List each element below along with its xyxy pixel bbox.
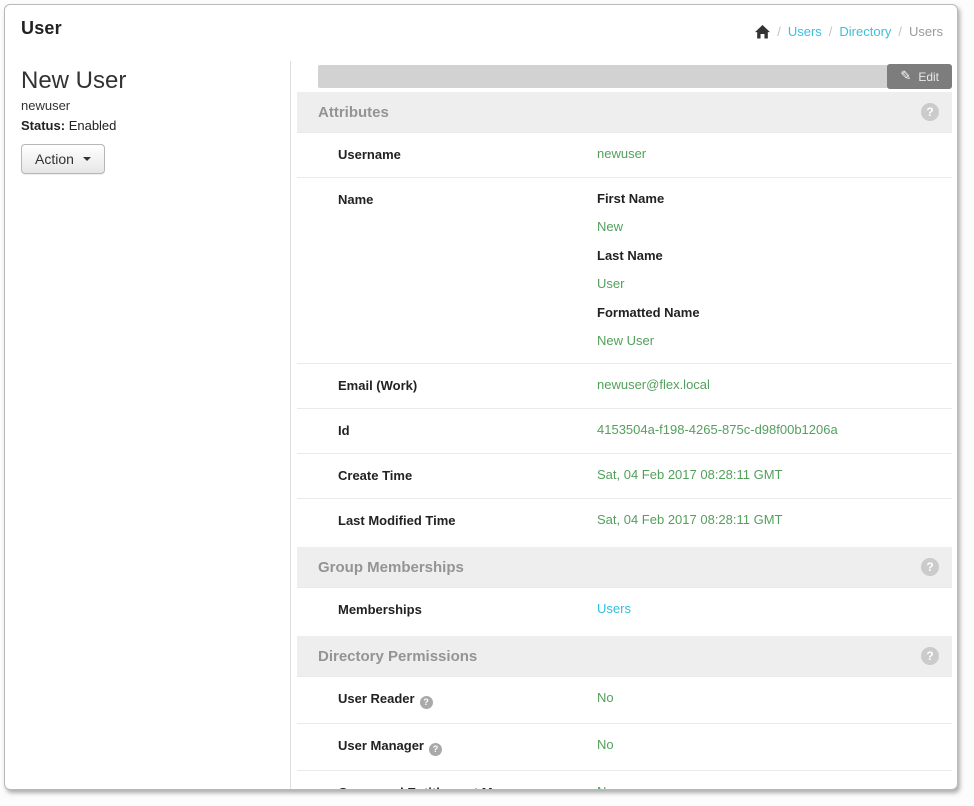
attribute-row-last-modified-time: Last Modified Time Sat, 04 Feb 2017 08:2… [297,498,952,543]
permission-row-group-entitlement-manager: Group and Entitlement Manager? No [297,770,952,790]
subfield-value: New [597,219,700,235]
group-memberships-section-title: Group Memberships [318,559,464,576]
subfield-label: First Name [597,191,700,207]
row-value: No [597,784,614,790]
edit-toolbar: ✎ Edit [318,65,952,88]
row-label: Group and Entitlement Manager? [297,784,597,790]
breadcrumb: / Users / Directory / Users [755,18,943,39]
section-group-memberships: Group Memberships ? Memberships Users [297,547,952,632]
row-value: No [597,690,614,709]
attribute-row-id: Id 4153504a-f198-4265-875c-d98f00b1206a [297,408,952,453]
group-memberships-section-header: Group Memberships ? [297,547,952,587]
attribute-row-email: Email (Work) newuser@flex.local [297,363,952,408]
permission-label: Group and Entitlement Manager [338,785,535,790]
breadcrumb-link-users[interactable]: Users [788,24,822,39]
row-label: Create Time [297,467,597,484]
breadcrumb-separator: / [829,24,833,39]
caret-down-icon [83,157,91,161]
breadcrumb-separator: / [777,24,781,39]
attribute-row-name: Name First Name New Last Name User Forma… [297,177,952,363]
name-subfields: First Name New Last Name User Formatted … [597,191,700,349]
main-panel: ✎ Edit Attributes ? Username newuser Nam… [291,61,957,789]
row-label: Email (Work) [297,377,597,394]
subfield-label: Last Name [597,248,700,264]
help-icon[interactable]: ? [420,696,433,709]
permission-row-user-manager: User Manager? No [297,723,952,770]
section-attributes: Attributes ? Username newuser Name First… [297,92,952,543]
user-login-name: newuser [21,98,278,113]
permission-label: User Manager [338,738,424,753]
help-icon[interactable]: ? [921,103,939,121]
section-directory-permissions: Directory Permissions ? User Reader? No … [297,636,952,790]
row-label: Id [297,422,597,439]
permission-label: User Reader [338,691,415,706]
membership-row: Memberships Users [297,587,952,632]
edit-button-label: Edit [918,70,939,84]
row-value: newuser [597,146,646,163]
row-value: Sat, 04 Feb 2017 08:28:11 GMT [597,467,783,484]
pencil-icon: ✎ [900,70,911,83]
attributes-section-title: Attributes [318,104,389,121]
user-status: Status: Enabled [21,118,278,133]
top-bar: User / Users / Directory / Users [5,5,957,61]
user-display-name: New User [21,67,278,95]
row-value: No [597,737,614,756]
breadcrumb-separator: / [898,24,902,39]
help-icon[interactable]: ? [921,647,939,665]
help-icon[interactable]: ? [921,558,939,576]
subfield-value: User [597,276,700,292]
permission-row-user-reader: User Reader? No [297,676,952,723]
row-label: User Manager? [297,737,597,756]
directory-permissions-section-title: Directory Permissions [318,648,477,665]
membership-users-link[interactable]: Users [597,601,631,616]
row-label: User Reader? [297,690,597,709]
attribute-row-username: Username newuser [297,132,952,177]
status-label: Status: [21,118,65,133]
action-dropdown-button[interactable]: Action [21,144,105,174]
help-icon[interactable]: ? [429,743,442,756]
attributes-section-header: Attributes ? [297,92,952,132]
row-value: newuser@flex.local [597,377,710,394]
page-frame: User / Users / Directory / Users New Use… [4,4,958,790]
row-value: Sat, 04 Feb 2017 08:28:11 GMT [597,512,783,529]
breadcrumb-link-directory[interactable]: Directory [839,24,891,39]
page-title: User [21,18,62,39]
row-label: Last Modified Time [297,512,597,529]
status-value: Enabled [69,118,117,133]
breadcrumb-current: Users [909,24,943,39]
row-label: Username [297,146,597,163]
subfield-label: Formatted Name [597,305,700,321]
home-icon[interactable] [755,25,770,39]
row-value: 4153504a-f198-4265-875c-d98f00b1206a [597,422,838,439]
attribute-row-create-time: Create Time Sat, 04 Feb 2017 08:28:11 GM… [297,453,952,498]
content-area: New User newuser Status: Enabled Action … [5,61,957,789]
edit-button[interactable]: ✎ Edit [887,64,952,89]
row-label: Memberships [297,601,597,618]
subfield-value: New User [597,333,700,349]
row-label: Name [297,191,597,349]
action-button-label: Action [35,151,74,167]
sidebar: New User newuser Status: Enabled Action [5,61,291,789]
directory-permissions-section-header: Directory Permissions ? [297,636,952,676]
